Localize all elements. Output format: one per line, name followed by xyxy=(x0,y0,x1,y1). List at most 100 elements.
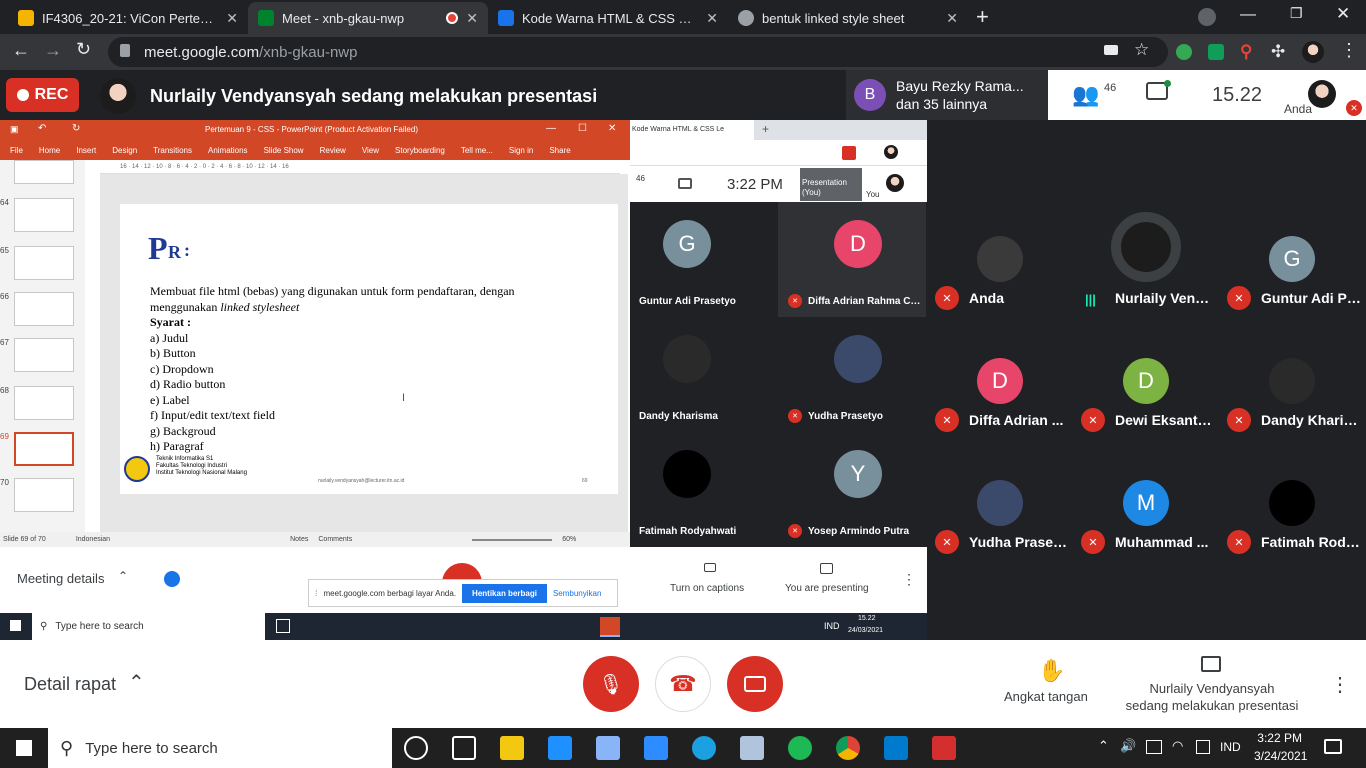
inner-task-view-icon[interactable] xyxy=(276,619,290,633)
paint-icon[interactable] xyxy=(740,736,764,760)
minimize-icon[interactable]: — xyxy=(1240,6,1256,24)
ribbon-tab[interactable]: Insert xyxy=(76,146,96,155)
tab-search-icon[interactable] xyxy=(1198,8,1216,26)
camera-off-button[interactable] xyxy=(727,656,783,712)
participant-tile[interactable]: ✕ Anda xyxy=(927,200,1073,322)
ribbon-sign-in[interactable]: Sign in xyxy=(509,146,533,155)
tab-linked-style[interactable]: bentuk linked style sheet ✕ xyxy=(728,2,968,34)
participant-tile[interactable]: ||| Nurlaily Vend... xyxy=(1073,200,1219,322)
stop-sharing-button[interactable]: Hentikan berbagi xyxy=(462,583,547,603)
restore-icon[interactable]: ❐ xyxy=(1290,5,1303,22)
ribbon-tab[interactable]: Transitions xyxy=(153,146,192,155)
inner-ext-icon[interactable] xyxy=(842,146,856,160)
participant-tile[interactable]: ✕ Fatimah Rody... xyxy=(1219,444,1365,566)
slide[interactable]: P R : Membuat file html (bebas) yang dig… xyxy=(120,204,618,494)
camera-blocked-icon[interactable] xyxy=(1104,45,1118,55)
inner-start-icon[interactable] xyxy=(10,620,21,631)
network-icon[interactable] xyxy=(1196,740,1210,754)
chrome-icon[interactable] xyxy=(836,736,860,760)
inner-participant-tile[interactable]: Y ✕ Yosep Armindo Putra xyxy=(778,432,926,547)
start-icon[interactable] xyxy=(16,740,32,756)
notes-button[interactable]: Notes xyxy=(290,536,308,543)
ppt-minimize-icon[interactable]: — xyxy=(546,123,556,134)
mic-off-button[interactable]: 🎙 xyxy=(583,656,639,712)
inner-meeting-details[interactable]: Meeting details xyxy=(17,571,104,586)
inner-participant-tile[interactable]: ✕ Yudha Prasetyo xyxy=(778,317,926,432)
slide-thumb[interactable] xyxy=(14,292,74,326)
close-tab-icon[interactable]: ✕ xyxy=(466,10,478,27)
raise-hand-label[interactable]: Angkat tangan xyxy=(1004,689,1088,704)
save-icon[interactable]: ▣ xyxy=(10,124,19,135)
raise-hand-icon[interactable]: ✋ xyxy=(1038,658,1065,684)
inner-participant-tile[interactable]: G Guntur Adi Prasetyo xyxy=(630,202,778,317)
meeting-details-button[interactable]: Detail rapat xyxy=(24,674,116,695)
taskbar-time[interactable]: 3:22 PM xyxy=(1256,731,1302,745)
close-tab-icon[interactable]: ✕ xyxy=(226,10,238,27)
wifi-icon[interactable]: ◠ xyxy=(1172,738,1183,754)
back-icon[interactable]: ← xyxy=(12,40,30,61)
participant-tile[interactable]: D ✕ Dewi Eksanti ... xyxy=(1073,322,1219,444)
ribbon-tab[interactable]: Review xyxy=(320,146,346,155)
inner-tab[interactable]: Kode Warna HTML & CSS Le xyxy=(630,120,754,140)
comments-button[interactable]: Comments xyxy=(318,536,352,543)
slide-thumb[interactable] xyxy=(14,478,74,512)
ribbon-tell-me[interactable]: Tell me... xyxy=(461,146,493,155)
inner-search-box[interactable]: ⚲ Type here to search xyxy=(32,613,265,640)
new-tab-button[interactable]: + xyxy=(976,4,989,30)
inner-chat-icon[interactable] xyxy=(678,178,692,189)
participant-tile[interactable]: ✕ Dandy Kharis... xyxy=(1219,322,1365,444)
inner-participant-tile[interactable]: Fatimah Rodyahwati xyxy=(630,432,778,547)
extension-shield-icon[interactable] xyxy=(1208,44,1224,60)
redo-icon[interactable]: ↻ xyxy=(72,123,80,134)
ribbon-tab[interactable]: File xyxy=(10,146,23,155)
camera-icon[interactable] xyxy=(452,736,476,760)
close-tab-icon[interactable]: ✕ xyxy=(706,10,718,27)
tab-meet[interactable]: Meet - xnb-gkau-nwp ✕ xyxy=(248,2,488,34)
ribbon-tab[interactable]: Design xyxy=(112,146,137,155)
ribbon-tab[interactable]: View xyxy=(362,146,379,155)
inner-participant-tile[interactable]: Dandy Kharisma xyxy=(630,317,778,432)
ppt-maximize-icon[interactable]: ☐ xyxy=(578,123,587,134)
taskbar-date[interactable]: 3/24/2021 xyxy=(1254,749,1307,763)
leave-call-button[interactable]: ☎ xyxy=(655,656,711,712)
notes-app-icon[interactable] xyxy=(596,736,620,760)
tray-chevron-icon[interactable]: ⌃ xyxy=(1098,738,1109,754)
close-window-icon[interactable]: ✕ xyxy=(1336,4,1350,24)
battery-icon[interactable] xyxy=(1146,740,1162,754)
volume-icon[interactable]: 🔊 xyxy=(1120,738,1136,754)
inner-powerpoint-icon[interactable] xyxy=(600,617,620,637)
drag-handle-icon[interactable]: ⁞ xyxy=(315,588,318,598)
participant-tile[interactable]: ✕ Yudha Praset... xyxy=(927,444,1073,566)
slide-thumb[interactable] xyxy=(14,198,74,232)
ribbon-tab[interactable]: Slide Show xyxy=(264,146,304,155)
forward-icon[interactable]: → xyxy=(44,40,62,61)
chevron-up-icon[interactable]: ⌃ xyxy=(128,670,145,695)
zoom-icon[interactable] xyxy=(644,736,668,760)
task-view-icon[interactable] xyxy=(404,736,428,760)
tab-kode-warna[interactable]: Kode Warna HTML & CSS Lengkap ✕ xyxy=(488,2,728,34)
slide-thumb-selected[interactable] xyxy=(14,432,74,466)
ribbon-tab[interactable]: Storyboarding xyxy=(395,146,445,155)
profile-avatar[interactable] xyxy=(1302,41,1324,63)
extension-colorful-icon[interactable] xyxy=(1176,44,1192,60)
more-options-icon[interactable]: ⋮ xyxy=(1330,672,1350,697)
ppt-close-icon[interactable]: ✕ xyxy=(608,123,616,134)
turn-on-captions[interactable]: Turn on captions xyxy=(670,583,744,594)
inner-more-icon[interactable]: ⋮ xyxy=(902,571,916,588)
participant-tile[interactable]: D ✕ Diffa Adrian ... xyxy=(927,322,1073,444)
vscode-icon[interactable] xyxy=(884,736,908,760)
slide-thumb[interactable] xyxy=(14,338,74,372)
chevron-up-icon[interactable]: ⌃ xyxy=(118,569,128,583)
slide-thumb[interactable] xyxy=(14,160,74,184)
slide-thumb[interactable] xyxy=(14,386,74,420)
acrobat-icon[interactable] xyxy=(932,736,956,760)
reload-icon[interactable]: ↻ xyxy=(76,39,91,60)
slide-thumb[interactable] xyxy=(14,246,74,280)
people-icon[interactable]: 👥 xyxy=(1072,82,1099,108)
taskbar-lang[interactable]: IND xyxy=(1220,740,1241,754)
participant-tile[interactable]: M ✕ Muhammad ... xyxy=(1073,444,1219,566)
extensions-puzzle-icon[interactable]: ✣ xyxy=(1271,42,1285,62)
security-shield-icon[interactable] xyxy=(164,571,180,587)
inner-new-tab-icon[interactable]: + xyxy=(762,122,769,136)
participant-tile[interactable]: G ✕ Guntur Adi Pr... xyxy=(1219,200,1365,322)
